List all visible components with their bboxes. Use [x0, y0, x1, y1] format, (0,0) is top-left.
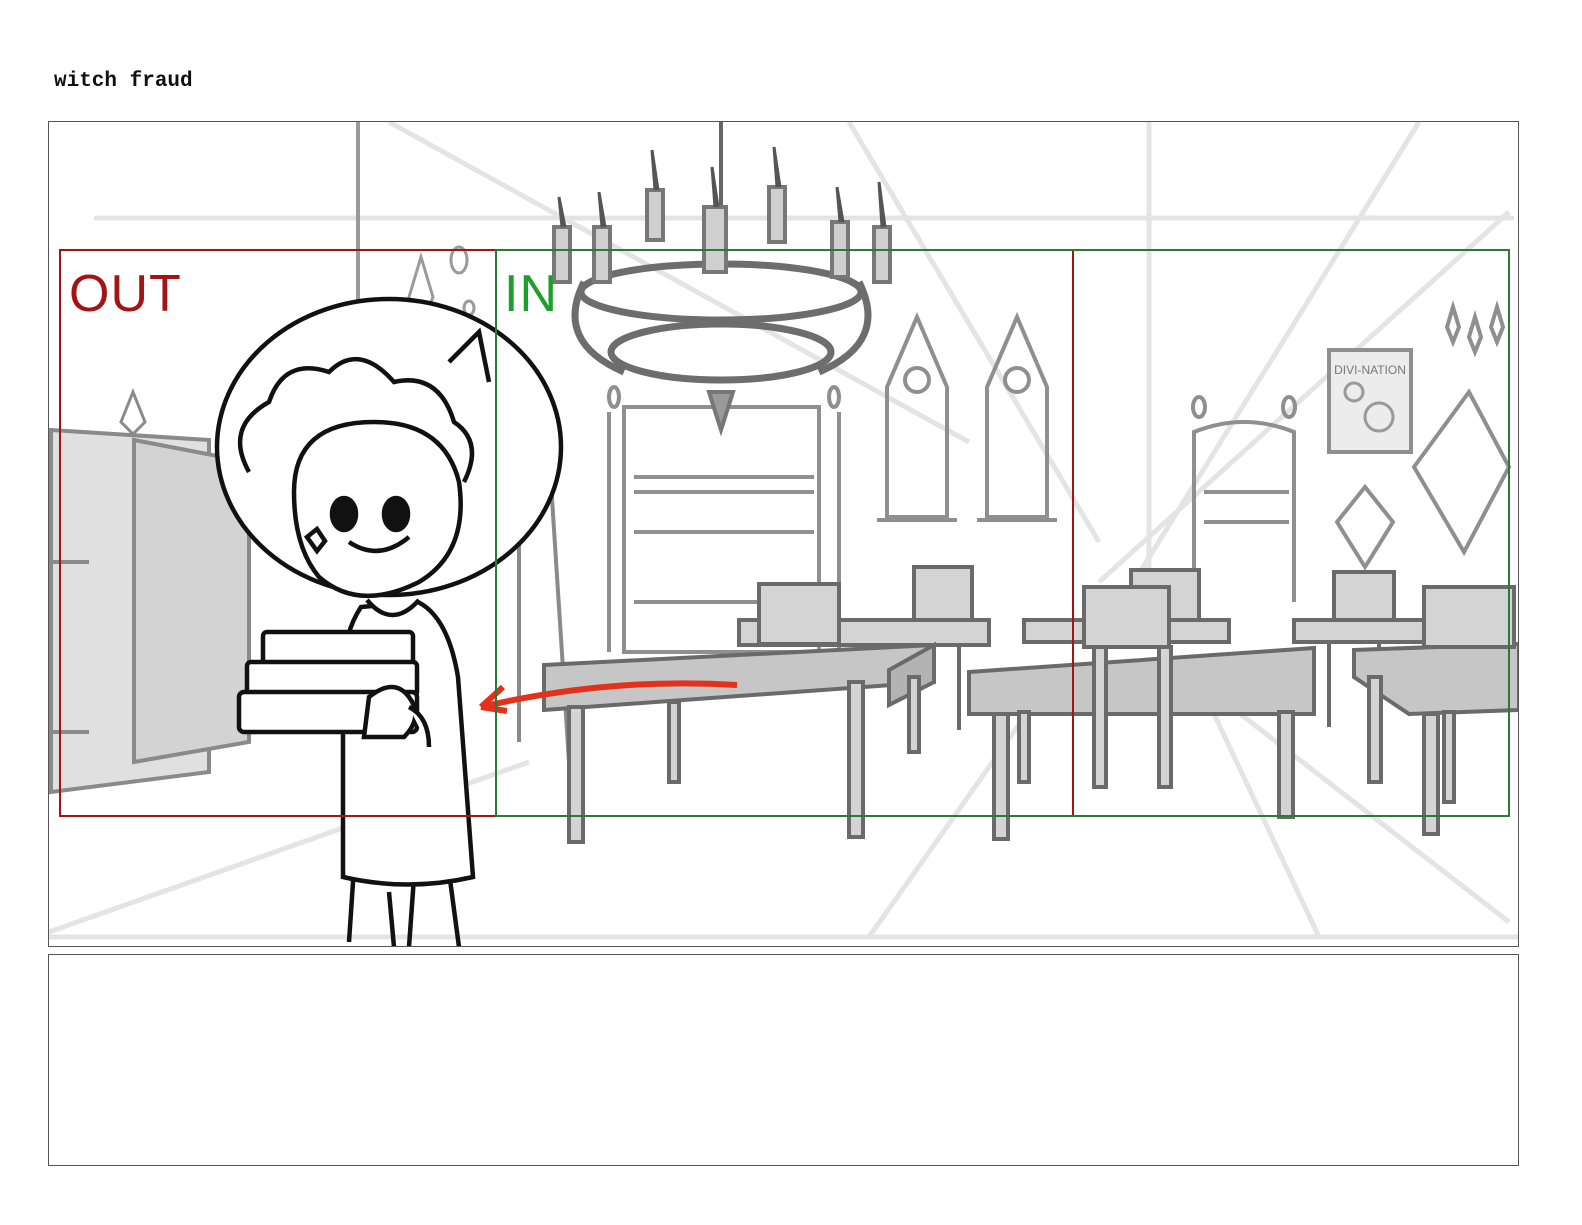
out-frame-label: OUT — [69, 265, 182, 323]
chandelier — [552, 122, 892, 437]
witch-character — [214, 296, 564, 946]
in-frame-label: IN — [504, 265, 558, 323]
classroom-sketch: DIVI-NATION — [49, 122, 1518, 946]
classroom-desks — [542, 565, 1518, 844]
divination-poster: DIVI-NATION — [1327, 348, 1413, 454]
poster-title: DIVI-NATION — [1334, 363, 1406, 377]
notes-box[interactable] — [48, 954, 1519, 1166]
storyboard-panel: DIVI-NATION OUT IN — [48, 121, 1519, 947]
page-title: witch fraud — [54, 70, 193, 93]
